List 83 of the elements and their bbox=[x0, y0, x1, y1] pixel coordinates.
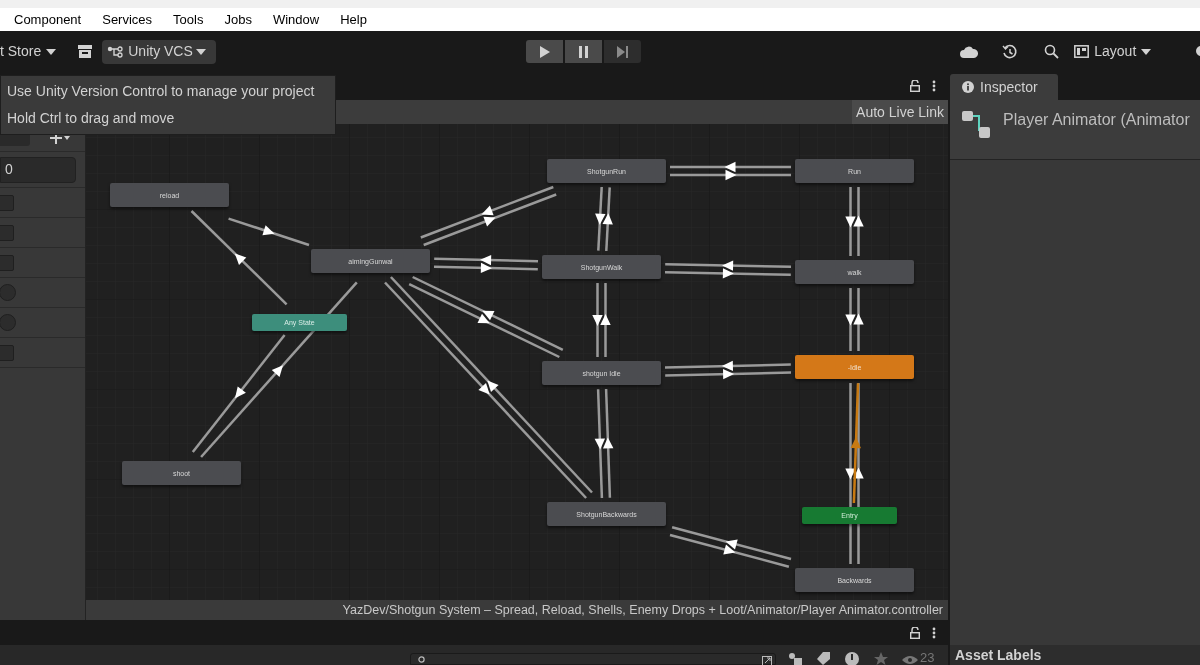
account-icon[interactable] bbox=[1195, 45, 1200, 57]
step-button[interactable] bbox=[604, 40, 642, 63]
transition-arrow[interactable] bbox=[228, 217, 310, 247]
menu-item[interactable]: Component bbox=[14, 9, 82, 30]
transition-arrow[interactable] bbox=[845, 187, 856, 256]
menu-item[interactable]: Jobs bbox=[224, 9, 252, 30]
branch-icon bbox=[107, 45, 126, 58]
tooltip-text: Use Unity Version Control to manage your project bbox=[7, 82, 316, 101]
transition-arrow[interactable] bbox=[200, 281, 358, 458]
info-icon bbox=[962, 81, 974, 93]
menu-item[interactable]: Window bbox=[272, 9, 320, 30]
tooltip-text: Hold Ctrl to drag and move bbox=[7, 109, 176, 128]
caret-icon bbox=[46, 48, 57, 55]
trigger-radio[interactable] bbox=[0, 314, 16, 331]
transition-arrow[interactable] bbox=[853, 288, 864, 351]
tag-icon[interactable] bbox=[817, 652, 830, 665]
transition-arrow[interactable] bbox=[408, 283, 560, 359]
archive-icon[interactable] bbox=[78, 45, 93, 58]
inspector-title: Player Animator (Animator bbox=[1003, 110, 1190, 130]
asset-path: YazDev/Shotgun System – Spread, Reload, Shells, Enemy Drops + Loot/Animator/Player Animator.controller bbox=[342, 601, 943, 619]
eye-icon[interactable] bbox=[902, 655, 918, 665]
bool-checkbox[interactable] bbox=[0, 224, 14, 241]
bool-checkbox[interactable] bbox=[0, 194, 14, 211]
transition-arrow[interactable] bbox=[603, 388, 614, 498]
transition-arrow[interactable] bbox=[434, 254, 539, 266]
bool-checkbox[interactable] bbox=[0, 254, 14, 271]
menu-item[interactable]: Help bbox=[340, 9, 367, 30]
transition-arrow[interactable] bbox=[850, 383, 861, 504]
transition-arrow[interactable] bbox=[592, 283, 603, 357]
transition-arrow[interactable] bbox=[191, 334, 286, 453]
search-field[interactable] bbox=[410, 653, 776, 665]
search-icon[interactable] bbox=[1044, 44, 1060, 59]
transition-arrow[interactable] bbox=[671, 526, 792, 561]
transition-arrow[interactable] bbox=[600, 283, 611, 357]
warning-icon[interactable] bbox=[844, 651, 860, 665]
asset-labels-header: Asset Labels bbox=[955, 645, 1042, 665]
inspector-tab[interactable]: Inspector bbox=[950, 74, 1058, 100]
expand-icon[interactable] bbox=[762, 656, 772, 665]
type-filter-icon[interactable] bbox=[788, 652, 803, 665]
history-icon[interactable] bbox=[1002, 43, 1019, 60]
more-options-icon[interactable] bbox=[932, 80, 936, 92]
transition-arrow[interactable] bbox=[595, 186, 606, 251]
transition-arrow[interactable] bbox=[664, 268, 791, 279]
transition-arrow[interactable] bbox=[594, 389, 605, 499]
more-options-icon[interactable] bbox=[932, 626, 936, 639]
transition-arrow[interactable] bbox=[664, 360, 791, 372]
transition-arrow[interactable] bbox=[665, 260, 792, 271]
bool-checkbox[interactable] bbox=[0, 344, 14, 361]
step-icon bbox=[616, 45, 629, 58]
menu-item[interactable]: Tools bbox=[173, 9, 204, 30]
cloud-icon[interactable] bbox=[960, 45, 979, 58]
menu-item[interactable]: Services bbox=[102, 9, 153, 30]
lock-icon[interactable] bbox=[910, 80, 920, 92]
value-field[interactable]: 0 bbox=[0, 156, 76, 183]
transition-arrow[interactable] bbox=[853, 187, 864, 256]
auto-live-link-button[interactable]: Auto Live Link bbox=[852, 100, 948, 124]
transition-arrow[interactable] bbox=[602, 187, 613, 252]
star-icon[interactable] bbox=[874, 652, 888, 665]
transition-arrow[interactable] bbox=[665, 368, 792, 380]
play-icon bbox=[539, 45, 550, 58]
caret-icon bbox=[195, 48, 206, 55]
visible-count: 23 bbox=[920, 651, 935, 665]
pause-button[interactable] bbox=[565, 40, 603, 63]
transition-arrow[interactable] bbox=[670, 161, 791, 173]
lock-icon[interactable] bbox=[910, 626, 920, 639]
search-icon bbox=[418, 656, 426, 664]
layout-icon bbox=[1074, 45, 1090, 58]
transition-arrow[interactable] bbox=[669, 533, 790, 568]
transition-arrow[interactable] bbox=[190, 210, 288, 306]
caret-icon bbox=[1141, 48, 1152, 55]
play-button[interactable] bbox=[526, 40, 564, 63]
store-dropdown[interactable]: t Store bbox=[0, 39, 57, 64]
transition-arrow[interactable] bbox=[412, 275, 564, 351]
transition-arrow[interactable] bbox=[433, 262, 538, 274]
layout-dropdown[interactable]: Layout bbox=[1074, 39, 1152, 64]
transition-arrow[interactable] bbox=[420, 185, 554, 239]
transition-arrow[interactable] bbox=[423, 193, 557, 247]
version-control-dropdown[interactable]: Unity VCS bbox=[102, 39, 217, 64]
pause-icon bbox=[578, 45, 589, 58]
trigger-radio[interactable] bbox=[0, 284, 16, 301]
animator-controller-icon bbox=[962, 111, 990, 139]
transition-arrow[interactable] bbox=[845, 288, 856, 351]
transition-arrow[interactable] bbox=[670, 169, 791, 181]
